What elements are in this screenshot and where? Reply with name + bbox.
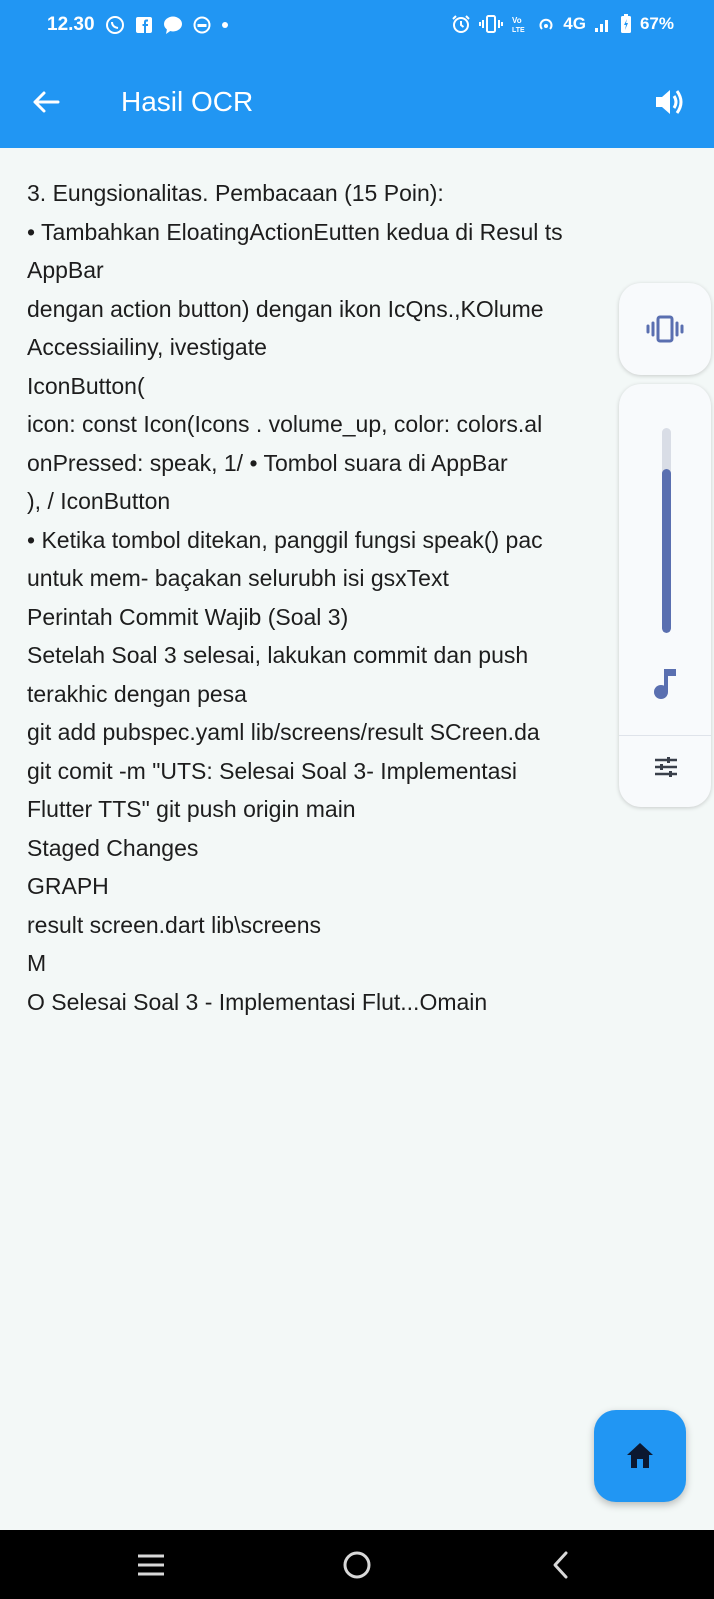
system-nav-bar	[0, 1530, 714, 1599]
recent-apps-icon	[138, 1554, 164, 1576]
ocr-line: result screen.dart lib\screens	[27, 911, 322, 938]
ocr-line: Perintah Commit Wajib (Soal 3)	[27, 603, 349, 630]
ocr-line: • Ketika tombol ditekan, panggil fungsi …	[27, 526, 543, 553]
home-fab[interactable]	[594, 1410, 686, 1502]
ocr-line: M	[27, 950, 47, 976]
ocr-line: Setelah Soal 3 selesai, lakukan commit d…	[27, 642, 529, 668]
svg-text:Vo: Vo	[512, 16, 522, 25]
volume-panel	[619, 384, 711, 807]
chat-bubble-icon	[163, 15, 183, 35]
ocr-line: icon: const Icon(Icons . volume_up, colo…	[27, 411, 543, 437]
ocr-line: IconButton(	[27, 372, 145, 399]
ocr-line: GRAPH	[27, 873, 109, 899]
ocr-line: Accessiailiny, ivestigate	[27, 334, 267, 360]
alarm-icon	[451, 14, 471, 34]
ocr-line: dengan action button) dengan ikon IcQns.…	[27, 295, 544, 322]
back-button[interactable]	[26, 82, 66, 122]
volume-slider-fill	[662, 469, 671, 633]
status-right: Vo LTE 4G 67%	[451, 14, 674, 34]
home-button[interactable]	[334, 1542, 380, 1588]
ringer-mode-button[interactable]	[619, 283, 711, 375]
equalizer-icon[interactable]	[651, 752, 681, 782]
speak-button[interactable]	[650, 82, 690, 122]
arrow-back-icon	[33, 91, 60, 113]
hotspot-icon	[537, 15, 555, 33]
home-icon	[627, 1443, 653, 1468]
dot-icon	[221, 21, 229, 29]
ocr-text: 3. Eungsionalitas. Pembacaan (15 Poin): …	[27, 174, 647, 1021]
ocr-line: ), / IconButton	[27, 488, 171, 514]
ocr-line: Flutter TTS" git push origin main	[27, 796, 356, 822]
ocr-line: git comit -m "UTS: Selesai Soal 3- Imple…	[27, 757, 518, 784]
ocr-line: untuk mem- baçakan selurubh isi gsxText	[27, 565, 449, 591]
recent-apps-button[interactable]	[128, 1542, 174, 1588]
ocr-line: Staged Changes	[27, 834, 199, 861]
svg-text:LTE: LTE	[512, 27, 525, 33]
network-type: 4G	[563, 14, 586, 33]
status-bar: 12.30 Vo LTE 4G 67%	[0, 0, 714, 56]
volte-icon: Vo LTE	[511, 15, 529, 33]
panel-divider	[619, 735, 711, 736]
ocr-line: 3. Eungsionalitas. Pembacaan (15 Poin):	[27, 180, 444, 206]
back-chevron-icon	[553, 1551, 568, 1579]
battery-icon	[620, 14, 632, 34]
ocr-line: git add pubspec.yaml lib/screens/result …	[27, 719, 540, 745]
signal-icon	[594, 15, 612, 33]
sync-icon	[193, 16, 211, 34]
status-left: 12.30	[47, 14, 229, 36]
status-time: 12.30	[47, 14, 95, 35]
back-nav-button[interactable]	[538, 1542, 584, 1588]
ocr-line: onPressed: speak, 1/ • Tombol suara di A…	[27, 449, 508, 476]
music-note-icon	[654, 669, 676, 699]
home-circle-icon	[343, 1551, 371, 1579]
battery-percent: 67%	[639, 14, 674, 33]
whatsapp-icon	[105, 15, 125, 35]
ocr-line: • Tambahkan EloatingActionEutten kedua d…	[27, 218, 563, 245]
ocr-line: terakhic dengan pesa	[27, 680, 247, 707]
ocr-line: O Selesai Soal 3 - Implementasi Flut...O…	[27, 988, 488, 1015]
page-title: Hasil OCR	[121, 86, 254, 117]
ocr-line: AppBar	[27, 257, 104, 283]
facebook-icon	[135, 16, 153, 34]
vibrate-icon	[646, 315, 684, 343]
app-bar: Hasil OCR	[0, 56, 714, 148]
volume-up-icon	[656, 90, 683, 114]
vibrate-icon	[479, 15, 504, 33]
volume-slider[interactable]	[662, 428, 671, 633]
